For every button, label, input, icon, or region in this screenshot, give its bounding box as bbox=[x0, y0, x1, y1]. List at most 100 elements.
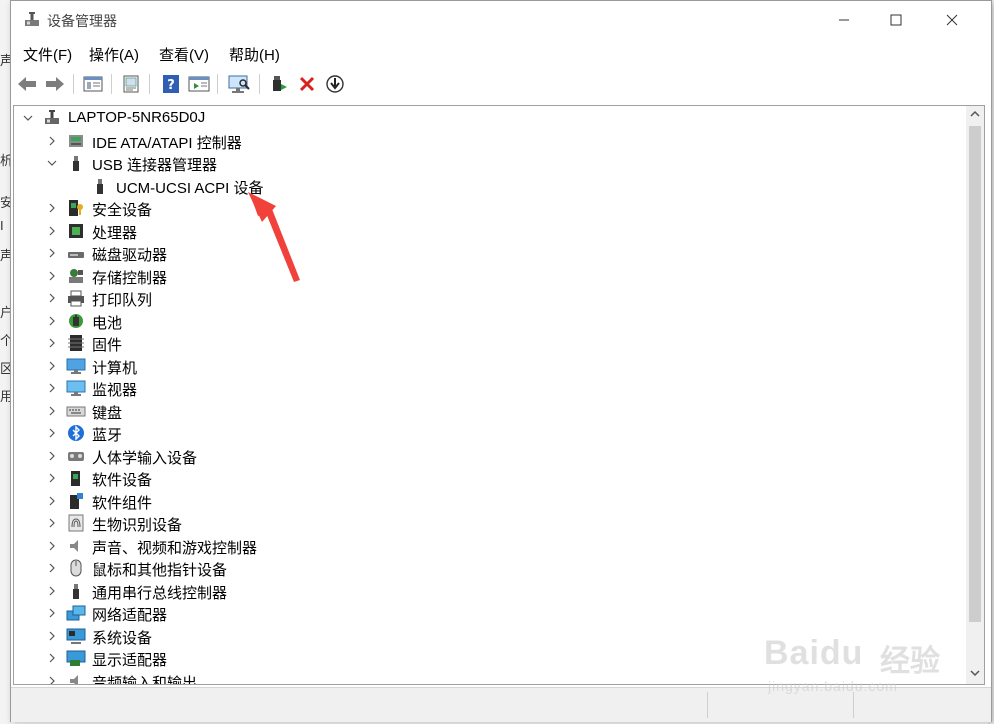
disk-drive-icon bbox=[68, 252, 84, 258]
chevron-down-icon[interactable] bbox=[22, 112, 34, 124]
tree-item-label: 打印队列 bbox=[92, 292, 153, 309]
action-pane-icon[interactable] bbox=[187, 72, 211, 96]
chevron-right-icon[interactable] bbox=[46, 495, 58, 507]
menu-file[interactable]: 文件(F) bbox=[23, 44, 72, 65]
tree-item[interactable]: 蓝牙 bbox=[14, 422, 954, 444]
menu-help[interactable]: 帮助(H) bbox=[229, 44, 280, 65]
title-bar[interactable]: 设备管理器 bbox=[11, 1, 991, 39]
chevron-right-icon[interactable] bbox=[46, 292, 58, 304]
chevron-right-icon[interactable] bbox=[46, 225, 58, 237]
bluetooth-icon bbox=[68, 425, 84, 441]
uninstall-icon[interactable] bbox=[295, 72, 319, 96]
baidu-jingyan-watermark: Baidu 经验 jingyan.baidu.com bbox=[760, 612, 950, 702]
chevron-right-icon[interactable] bbox=[46, 360, 58, 372]
tree-item[interactable]: 生物识别设备 bbox=[14, 512, 954, 534]
update-driver-icon[interactable] bbox=[267, 72, 291, 96]
chevron-right-icon[interactable] bbox=[46, 472, 58, 484]
close-icon bbox=[946, 14, 958, 26]
scrollbar-thumb[interactable] bbox=[969, 126, 981, 622]
chevron-right-icon[interactable] bbox=[46, 540, 58, 552]
scan-hardware-icon[interactable] bbox=[227, 72, 251, 96]
tree-item[interactable]: 键盘 bbox=[14, 400, 954, 422]
help-icon[interactable]: ? bbox=[159, 72, 183, 96]
chevron-right-icon[interactable] bbox=[46, 382, 58, 394]
tree-child-item[interactable]: UCM-UCSI ACPI 设备 bbox=[14, 175, 954, 197]
scroll-down-icon[interactable] bbox=[970, 669, 980, 677]
toolbar-separator bbox=[259, 74, 260, 94]
menu-bar: 文件(F) 操作(A) 查看(V) 帮助(H) bbox=[11, 41, 991, 65]
tree-item-label: 处理器 bbox=[92, 224, 138, 242]
menu-view[interactable]: 查看(V) bbox=[159, 44, 209, 65]
tree-item-label: 软件组件 bbox=[92, 494, 153, 512]
tree-item[interactable]: 人体学输入设备 bbox=[14, 445, 954, 467]
minimize-button[interactable] bbox=[821, 1, 867, 39]
console-tree-icon[interactable] bbox=[81, 72, 105, 96]
tree-item[interactable]: 处理器 bbox=[14, 220, 954, 242]
chevron-right-icon[interactable] bbox=[46, 337, 58, 349]
tree-item[interactable]: 固件 bbox=[14, 332, 954, 354]
chevron-right-icon[interactable] bbox=[46, 562, 58, 574]
chevron-right-icon[interactable] bbox=[46, 427, 58, 439]
tree-item-label: UCM-UCSI ACPI 设备 bbox=[116, 179, 264, 197]
chevron-right-icon[interactable] bbox=[46, 202, 58, 214]
printer-icon bbox=[68, 290, 84, 307]
close-button[interactable] bbox=[929, 1, 975, 39]
chevron-right-icon[interactable] bbox=[46, 405, 58, 417]
tree-item-label: 网络适配器 bbox=[92, 607, 168, 624]
tree-item[interactable]: 监视器 bbox=[14, 377, 954, 399]
tree-item[interactable]: 安全设备 bbox=[14, 197, 954, 219]
audio-io-icon bbox=[70, 674, 78, 684]
tree-item-label: 键盘 bbox=[92, 404, 123, 422]
tree-item[interactable]: 软件组件 bbox=[14, 490, 954, 512]
tree-item[interactable]: 电池 bbox=[14, 310, 954, 332]
usb-icon bbox=[73, 156, 79, 171]
software-component-icon bbox=[70, 492, 83, 509]
menu-action[interactable]: 操作(A) bbox=[89, 44, 139, 65]
tree-item[interactable]: 打印队列 bbox=[14, 287, 954, 309]
chevron-right-icon[interactable] bbox=[46, 585, 58, 597]
back-icon[interactable] bbox=[15, 72, 39, 96]
tree-item[interactable]: 计算机 bbox=[14, 355, 954, 377]
chevron-down-icon[interactable] bbox=[46, 157, 58, 169]
toolbar-separator bbox=[149, 74, 150, 94]
chevron-right-icon[interactable] bbox=[46, 652, 58, 664]
forward-icon[interactable] bbox=[43, 72, 67, 96]
chevron-right-icon[interactable] bbox=[46, 270, 58, 282]
tree-root[interactable]: LAPTOP-5NR65D0J bbox=[14, 107, 954, 129]
maximize-button[interactable] bbox=[873, 1, 919, 39]
properties-icon[interactable] bbox=[119, 72, 143, 96]
tree-item-label: 监视器 bbox=[92, 382, 138, 399]
minimize-icon bbox=[839, 19, 849, 21]
tree-item-label: 固件 bbox=[92, 337, 123, 354]
chevron-right-icon[interactable] bbox=[46, 607, 58, 619]
window-title: 设备管理器 bbox=[47, 13, 117, 29]
tree-item[interactable]: 声音、视频和游戏控制器 bbox=[14, 535, 954, 557]
tree-item[interactable]: 软件设备 bbox=[14, 467, 954, 489]
toolbar: ? bbox=[11, 67, 991, 101]
chevron-right-icon[interactable] bbox=[46, 450, 58, 462]
tree-item[interactable]: 存储控制器 bbox=[14, 265, 954, 287]
system-device-icon bbox=[66, 628, 86, 644]
tree-item[interactable]: 鼠标和其他指针设备 bbox=[14, 557, 954, 579]
tree-item[interactable]: 磁盘驱动器 bbox=[14, 242, 954, 264]
processor-icon bbox=[69, 223, 83, 238]
vertical-scrollbar[interactable] bbox=[966, 106, 984, 684]
chevron-right-icon[interactable] bbox=[46, 315, 58, 327]
tree-item-label: 计算机 bbox=[92, 359, 138, 377]
chevron-right-icon[interactable] bbox=[46, 517, 58, 529]
watermark-brand: Baidu bbox=[764, 634, 864, 672]
tree-item-label: IDE ATA/ATAPI 控制器 bbox=[92, 134, 242, 152]
tree-item[interactable]: IDE ATA/ATAPI 控制器 bbox=[14, 130, 954, 152]
tree-item[interactable]: 通用串行总线控制器 bbox=[14, 580, 954, 602]
chevron-right-icon[interactable] bbox=[46, 135, 58, 147]
disable-device-icon[interactable] bbox=[323, 72, 347, 96]
monitor-icon bbox=[66, 380, 86, 396]
scroll-up-icon[interactable] bbox=[970, 110, 980, 118]
device-tree[interactable]: LAPTOP-5NR65D0J IDE ATA/ATAPI 控制器 USB 连接器管… bbox=[13, 105, 985, 685]
chevron-right-icon[interactable] bbox=[46, 675, 58, 686]
chevron-right-icon[interactable] bbox=[46, 630, 58, 642]
tree-item[interactable]: USB 连接器管理器 bbox=[14, 152, 954, 174]
tree-item-label: 蓝牙 bbox=[92, 427, 123, 444]
security-device-icon bbox=[69, 200, 83, 216]
chevron-right-icon[interactable] bbox=[46, 247, 58, 259]
